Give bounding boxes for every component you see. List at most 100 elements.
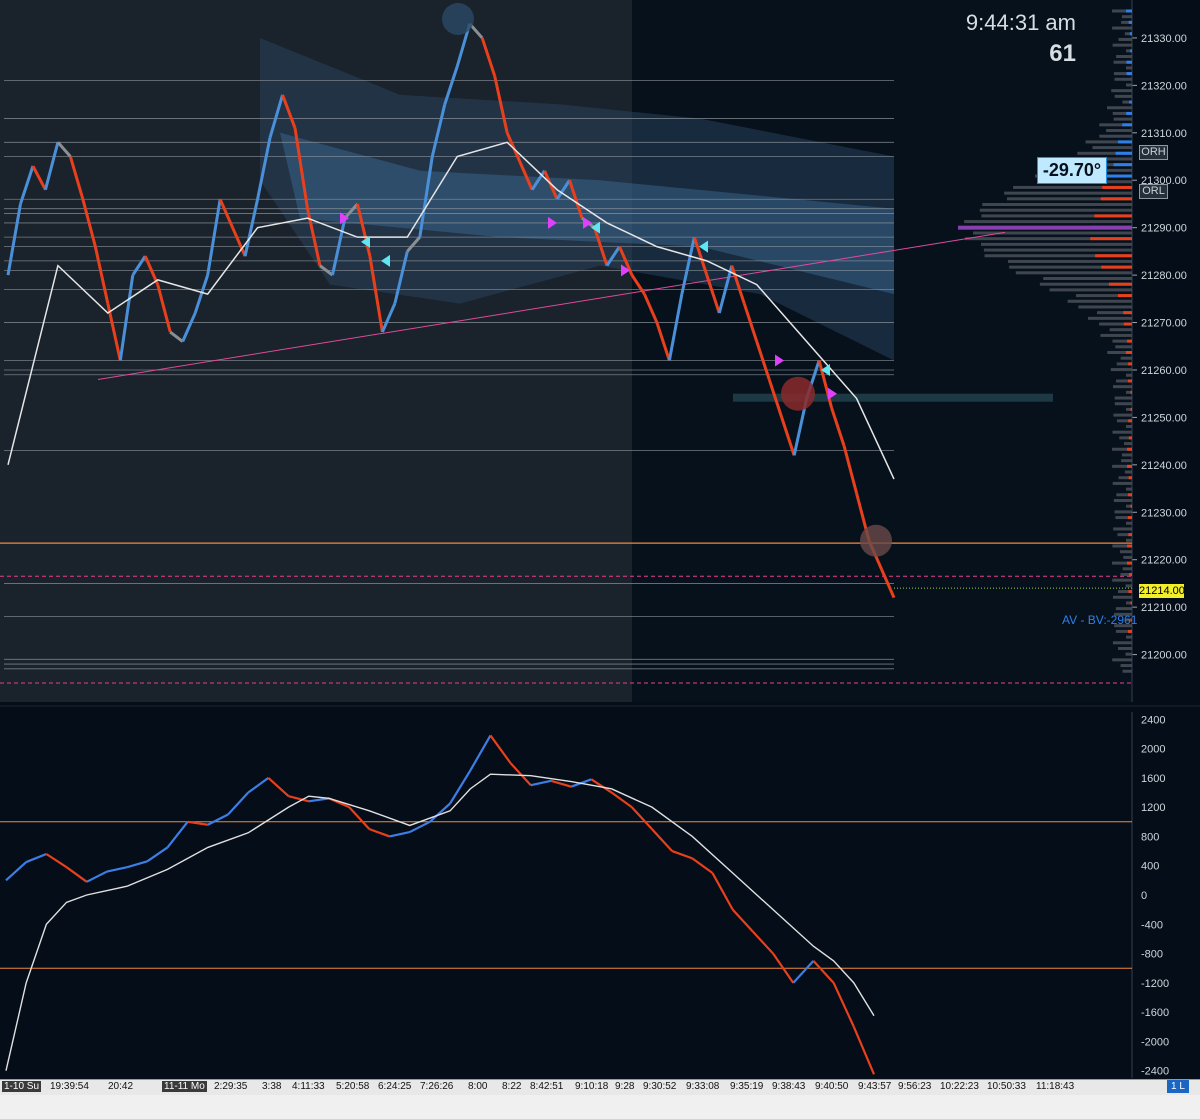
oscillator-segment <box>288 795 310 803</box>
volume-profile-delta-bar <box>1128 590 1132 594</box>
volume-profile-delta-bar <box>1118 140 1132 144</box>
price-axis-label: 21250.00 <box>1141 412 1187 424</box>
volume-profile-bar <box>1114 94 1132 98</box>
volume-profile-bar <box>1112 385 1132 389</box>
oscillator-axis-label: -800 <box>1141 949 1163 961</box>
av-bv-label: AV - BV:-2961 <box>1062 613 1138 627</box>
volume-profile-bar <box>1112 43 1132 47</box>
volume-profile-delta-bar <box>1128 379 1132 383</box>
volume-profile-bar <box>1112 481 1132 485</box>
volume-profile-bar <box>1126 83 1132 87</box>
volume-profile-delta-bar <box>1126 60 1132 64</box>
price-axis-label: 21320.00 <box>1141 80 1187 92</box>
volume-profile-delta-bar <box>1126 72 1132 76</box>
volume-profile-bar <box>1122 567 1132 571</box>
chart-canvas[interactable]: 21330.0021320.0021310.0021300.0021290.00… <box>0 0 1200 1119</box>
volume-profile-bar <box>1106 129 1132 133</box>
volume-profile-bar <box>1125 652 1132 656</box>
volume-profile-delta-bar <box>1128 362 1132 366</box>
volume-profile-delta-bar <box>1126 9 1132 13</box>
status-strip <box>0 1095 1200 1119</box>
price-axis-label: 21260.00 <box>1141 365 1187 377</box>
oscillator-axis-label: -2000 <box>1141 1036 1169 1048</box>
volume-profile-delta-bar <box>1129 100 1132 104</box>
volume-profile-delta-bar <box>1128 419 1132 423</box>
volume-profile-bar <box>1126 424 1132 428</box>
time-axis-label: 4:11:33 <box>292 1081 325 1092</box>
volume-profile-delta-bar <box>1128 476 1132 480</box>
volume-profile-delta-bar <box>1100 197 1132 201</box>
clock: 9:44:31 am 61 <box>966 10 1076 68</box>
volume-profile-bar <box>1121 15 1132 19</box>
volume-profile-bar <box>1126 66 1132 70</box>
volume-profile-bar <box>1113 117 1132 121</box>
volume-profile-bar <box>1124 442 1132 446</box>
pane-marker[interactable]: 1 L <box>1167 1080 1189 1093</box>
volume-profile-bar <box>1015 271 1132 275</box>
volume-profile-bar <box>1007 259 1132 263</box>
oscillator-axis-label: -1600 <box>1141 1007 1169 1019</box>
large-trade-bubble <box>860 524 892 557</box>
time-axis-label: 9:56:23 <box>898 1081 932 1092</box>
volume-profile-bar <box>1078 305 1132 309</box>
volume-profile-bar <box>1114 402 1132 406</box>
volume-profile-delta-bar <box>1130 390 1132 394</box>
oscillator-segment <box>409 820 431 834</box>
time-axis-label: 20:42 <box>108 1081 134 1092</box>
volume-profile-bar <box>1118 37 1132 41</box>
value-zone-bar <box>733 393 1053 402</box>
volume-profile-delta-bar <box>1128 436 1132 440</box>
oscillator-segment <box>25 852 47 864</box>
time-axis-label: 9:10:18 <box>575 1081 609 1092</box>
volume-profile-bar <box>1114 396 1132 400</box>
time-axis-label: 3:38 <box>262 1081 282 1092</box>
time-axis-label: 6:24:25 <box>378 1081 412 1092</box>
time-axis-label: 8:00 <box>468 1081 488 1092</box>
volume-profile-bar <box>1114 77 1132 81</box>
large-trade-bubble <box>442 2 474 35</box>
oscillator-axis-label: 2000 <box>1141 744 1165 756</box>
oscillator-segment <box>227 791 250 816</box>
volume-profile-delta-bar <box>1123 311 1132 315</box>
oscillator-segment <box>509 762 532 786</box>
volume-profile-bar <box>1126 538 1132 542</box>
volume-profile-bar <box>1004 191 1132 195</box>
volume-profile-delta-bar <box>1128 20 1132 24</box>
volume-profile-bar <box>983 248 1132 252</box>
time-axis-label: 7:26:26 <box>420 1081 454 1092</box>
volume-profile-delta-bar <box>1113 163 1132 167</box>
price-axis-label: 21240.00 <box>1141 460 1187 472</box>
volume-profile-bar <box>982 203 1132 207</box>
price-axis-label: 21200.00 <box>1141 650 1187 662</box>
volume-profile-bar <box>1067 299 1132 303</box>
volume-profile-bar <box>1126 521 1132 525</box>
poc-line <box>958 225 1132 230</box>
volume-profile-bar <box>1112 641 1132 645</box>
volume-profile-bar <box>1111 89 1132 93</box>
price-axis-label: 21270.00 <box>1141 318 1187 330</box>
volume-profile-bar <box>1049 288 1132 292</box>
oscillator-segment <box>368 828 390 838</box>
volume-profile-delta-bar <box>1127 447 1132 451</box>
volume-profile-bar <box>1113 413 1132 417</box>
volume-profile-bar <box>1114 510 1132 514</box>
bar-counter: 61 <box>1049 40 1076 67</box>
time-axis-label: 9:40:50 <box>815 1081 849 1092</box>
volume-profile-delta-bar <box>1130 504 1132 508</box>
oscillator-axis-label: 2400 <box>1141 714 1165 726</box>
time-axis-label: 10:50:33 <box>987 1081 1026 1092</box>
oscillator-segment <box>45 853 68 869</box>
volume-profile-delta-bar <box>1125 351 1132 354</box>
time-axis-label: 9:35:19 <box>730 1081 764 1092</box>
price-axis-label: 21220.00 <box>1141 555 1187 567</box>
volume-profile-bar <box>981 242 1132 246</box>
oscillator-segment <box>752 930 774 955</box>
oscillator-segment <box>651 828 673 852</box>
volume-profile-delta-bar <box>1102 185 1132 189</box>
time-axis-label: 19:39:54 <box>50 1081 89 1092</box>
volume-profile-delta-bar <box>1127 339 1132 343</box>
volume-profile-delta-bar <box>1126 111 1132 115</box>
chart-root: 21330.00 21320.00 21310.00 21300.00 21290.00… <box>0 0 1200 1119</box>
volume-profile-delta-bar <box>1094 214 1132 218</box>
time-axis-label: 1-10 Su <box>2 1081 42 1092</box>
